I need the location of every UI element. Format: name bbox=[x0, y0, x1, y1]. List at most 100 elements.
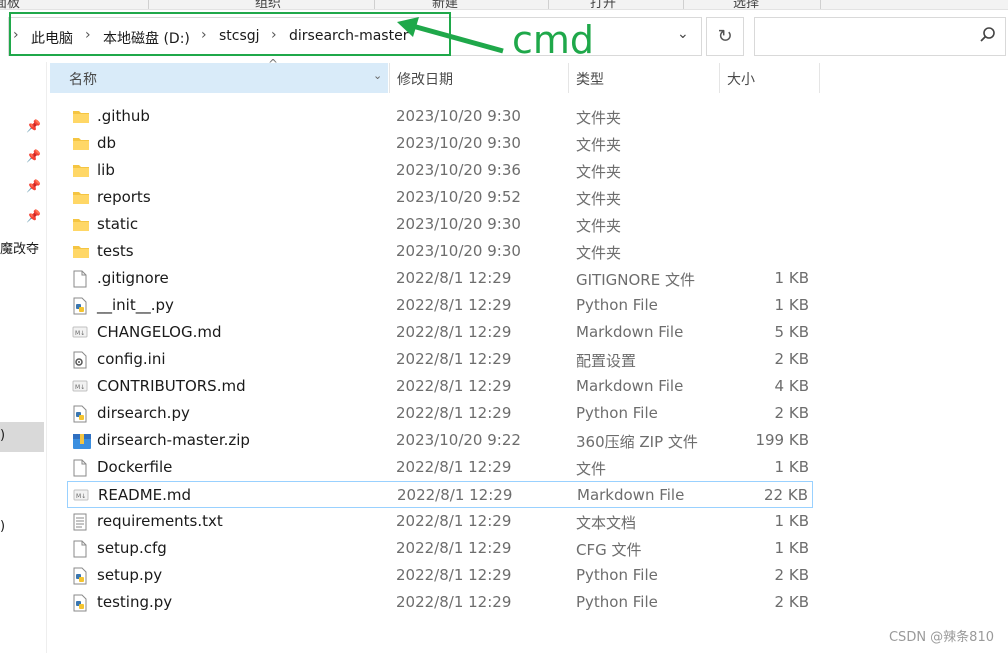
folder-icon bbox=[72, 216, 90, 236]
nav-item-label[interactable]: 魔改夺 bbox=[0, 238, 39, 257]
ribbon-tab[interactable]: 选择 bbox=[733, 0, 759, 9]
table-row[interactable]: requirements.txt 2022/8/1 12:29 文本文档 1 KB bbox=[67, 508, 813, 535]
table-row[interactable]: testing.py 2022/8/1 12:29 Python File 2 KB bbox=[67, 589, 813, 616]
file-date-modified: 2023/10/20 9:36 bbox=[396, 161, 521, 179]
folder-icon bbox=[72, 189, 90, 209]
breadcrumb-chevron-icon[interactable]: › bbox=[85, 27, 91, 43]
nav-item-label: ) bbox=[0, 428, 6, 443]
pin-icon[interactable]: 📌 bbox=[26, 149, 41, 163]
table-row[interactable]: reports 2023/10/20 9:52 文件夹 bbox=[67, 184, 813, 211]
ribbon-tab[interactable]: 打开 bbox=[590, 0, 616, 9]
file-name: tests bbox=[97, 242, 134, 260]
column-header-date[interactable]: 修改日期 bbox=[389, 63, 568, 93]
file-name: db bbox=[97, 134, 117, 152]
column-header-name[interactable]: 名称 ^ ⌄ bbox=[50, 57, 388, 93]
table-row[interactable]: M↓ CHANGELOG.md 2022/8/1 12:29 Markdown Fil… bbox=[67, 319, 813, 346]
file-type: 文件夹 bbox=[576, 109, 622, 127]
file-date-modified: 2022/8/1 12:29 bbox=[396, 269, 512, 287]
column-filter-dropdown-icon[interactable]: ⌄ bbox=[373, 69, 382, 82]
column-header-type[interactable]: 类型 bbox=[568, 63, 719, 93]
search-input[interactable] bbox=[754, 17, 1006, 56]
file-size: 1 KB bbox=[774, 512, 809, 530]
file-name: setup.cfg bbox=[97, 539, 167, 557]
pin-icon[interactable]: 📌 bbox=[26, 179, 41, 193]
table-row[interactable]: lib 2023/10/20 9:36 文件夹 bbox=[67, 157, 813, 184]
table-row[interactable]: dirsearch-master.zip 2023/10/20 9:22 360压缩… bbox=[67, 427, 813, 454]
table-row[interactable]: M↓ CONTRIBUTORS.md 2022/8/1 12:29 Markdown … bbox=[67, 373, 813, 400]
refresh-icon: ↻ bbox=[717, 26, 733, 47]
file-type: Python File bbox=[576, 566, 658, 584]
file-size: 1 KB bbox=[774, 539, 809, 557]
ribbon-tab[interactable]: 新建 bbox=[432, 0, 458, 9]
file-name: .github bbox=[97, 107, 150, 125]
file-size: 2 KB bbox=[774, 404, 809, 422]
file-type: Markdown File bbox=[577, 486, 685, 504]
ribbon-tab[interactable]: 面板 bbox=[0, 0, 20, 9]
table-row-selected[interactable]: M↓ README.md 2022/8/1 12:29 Markdown File 22… bbox=[67, 481, 813, 508]
file-name: __init__.py bbox=[97, 296, 174, 314]
config-file-icon bbox=[72, 351, 88, 373]
breadcrumb-chevron-icon[interactable]: › bbox=[13, 27, 19, 43]
text-file-icon bbox=[72, 513, 88, 535]
table-row[interactable]: __init__.py 2022/8/1 12:29 Python File 1 KB bbox=[67, 292, 813, 319]
table-row[interactable]: .github 2023/10/20 9:30 文件夹 bbox=[67, 103, 813, 130]
annotation-label: cmd bbox=[512, 18, 595, 62]
breadcrumb-dirsearch-master[interactable]: dirsearch-master bbox=[289, 28, 408, 44]
address-history-dropdown-icon[interactable]: ⌄ bbox=[677, 26, 689, 42]
file-type: CFG 文件 bbox=[576, 541, 642, 559]
table-row[interactable]: db 2023/10/20 9:30 文件夹 bbox=[67, 130, 813, 157]
search-icon bbox=[980, 27, 995, 42]
file-date-modified: 2022/8/1 12:29 bbox=[396, 296, 512, 314]
file-size: 22 KB bbox=[764, 486, 808, 504]
nav-item-selected[interactable]: ) bbox=[0, 422, 44, 452]
table-row[interactable]: setup.cfg 2022/8/1 12:29 CFG 文件 1 KB bbox=[67, 535, 813, 562]
breadcrumb-chevron-icon[interactable]: › bbox=[271, 27, 277, 43]
ribbon-strip: 面板 组织 新建 打开 选择 bbox=[0, 0, 1008, 10]
file-size: 5 KB bbox=[774, 323, 809, 341]
file-name: setup.py bbox=[97, 566, 163, 584]
file-name: testing.py bbox=[97, 593, 173, 611]
breadcrumb-this-pc[interactable]: 此电脑 bbox=[31, 28, 73, 48]
column-header-size[interactable]: 大小 bbox=[719, 63, 820, 93]
file-size: 1 KB bbox=[774, 296, 809, 314]
breadcrumb-local-disk[interactable]: 本地磁盘 (D:) bbox=[103, 28, 190, 48]
pin-icon[interactable]: 📌 bbox=[26, 209, 41, 223]
table-row[interactable]: dirsearch.py 2022/8/1 12:29 Python File 2 K… bbox=[67, 400, 813, 427]
svg-text:M↓: M↓ bbox=[76, 493, 86, 500]
svg-text:M↓: M↓ bbox=[75, 330, 85, 337]
breadcrumb-chevron-icon[interactable]: › bbox=[201, 27, 207, 43]
file-icon bbox=[72, 540, 88, 562]
navigation-pane[interactable]: 📌 📌 📌 📌 魔改夺 ) ) bbox=[0, 62, 47, 653]
file-type: Python File bbox=[576, 404, 658, 422]
ribbon-tab[interactable]: 组织 bbox=[255, 0, 281, 9]
file-type: 文件夹 bbox=[576, 190, 622, 208]
pin-icon[interactable]: 📌 bbox=[26, 119, 41, 133]
column-header-label: 大小 bbox=[727, 72, 755, 88]
python-file-icon bbox=[72, 594, 88, 616]
breadcrumb-stcsgj[interactable]: stcsgj bbox=[219, 28, 260, 44]
nav-item-label[interactable]: ) bbox=[0, 519, 5, 534]
file-date-modified: 2022/8/1 12:29 bbox=[396, 539, 512, 557]
file-name: CONTRIBUTORS.md bbox=[97, 377, 246, 395]
file-date-modified: 2023/10/20 9:30 bbox=[396, 107, 521, 125]
sort-ascending-icon: ^ bbox=[268, 57, 279, 71]
refresh-button[interactable]: ↻ bbox=[706, 17, 744, 56]
file-name: requirements.txt bbox=[97, 512, 223, 530]
file-type: 文件夹 bbox=[576, 244, 622, 262]
table-row[interactable]: static 2023/10/20 9:30 文件夹 bbox=[67, 211, 813, 238]
table-row[interactable]: Dockerfile 2022/8/1 12:29 文件 1 KB bbox=[67, 454, 813, 481]
folder-icon bbox=[72, 162, 90, 182]
file-name: Dockerfile bbox=[97, 458, 173, 476]
table-row[interactable]: .gitignore 2022/8/1 12:29 GITIGNORE 文件 1 KB bbox=[67, 265, 813, 292]
table-row[interactable]: config.ini 2022/8/1 12:29 配置设置 2 KB bbox=[67, 346, 813, 373]
table-row[interactable]: tests 2023/10/20 9:30 文件夹 bbox=[67, 238, 813, 265]
file-type: Markdown File bbox=[576, 377, 684, 395]
file-type: Python File bbox=[576, 296, 658, 314]
markdown-file-icon: M↓ bbox=[72, 378, 88, 398]
svg-text:M↓: M↓ bbox=[75, 384, 85, 391]
file-size: 1 KB bbox=[774, 269, 809, 287]
table-row[interactable]: setup.py 2022/8/1 12:29 Python File 2 KB bbox=[67, 562, 813, 589]
file-name: dirsearch.py bbox=[97, 404, 190, 422]
address-bar[interactable]: › 此电脑 › 本地磁盘 (D:) › stcsgj › dirsearch-m… bbox=[8, 17, 702, 56]
file-name: CHANGELOG.md bbox=[97, 323, 222, 341]
